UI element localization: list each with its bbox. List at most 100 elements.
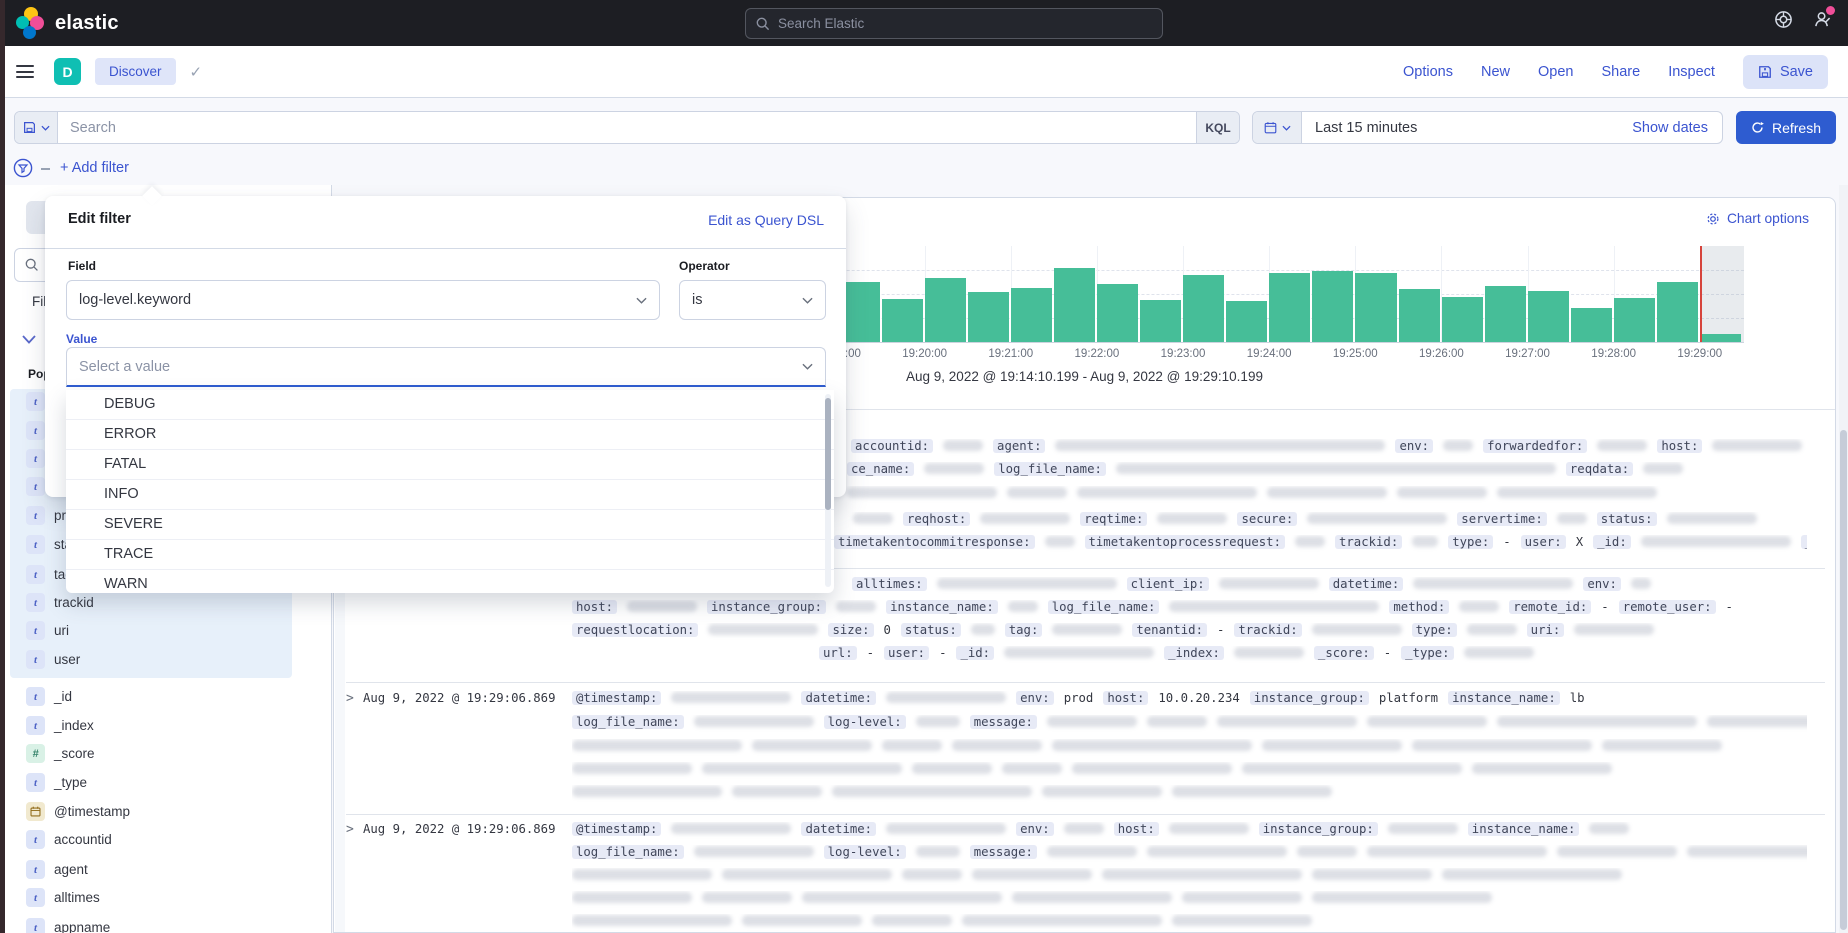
value-option-trace[interactable]: TRACE: [66, 540, 834, 570]
redacted-value: [1557, 513, 1587, 524]
nav-link-share[interactable]: Share: [1601, 64, 1640, 80]
sidebar-field-appname[interactable]: tappname: [26, 918, 110, 933]
doc-field-name: reqdata:: [1566, 462, 1633, 476]
doc-row-line: log_file_name:log-level:message:: [572, 845, 1807, 863]
page-scrollbar-thumb[interactable]: [1840, 430, 1847, 930]
date-field-icon: [26, 802, 45, 821]
breadcrumb-discover[interactable]: Discover: [95, 58, 176, 85]
text-field-icon: t: [26, 535, 45, 554]
redacted-value: [627, 601, 697, 612]
show-dates-link[interactable]: Show dates: [1632, 120, 1722, 136]
sidebar-field-alltimes[interactable]: talltimes: [26, 888, 100, 907]
field-name: _index: [54, 718, 94, 733]
search-icon: [25, 258, 39, 272]
sidebar-popular-user[interactable]: tuser: [26, 650, 80, 669]
calendar-icon: [1264, 121, 1277, 134]
help-icon[interactable]: [1774, 10, 1793, 29]
sidebar-popular-uri[interactable]: turi: [26, 621, 69, 640]
dropdown-scrollbar-thumb[interactable]: [825, 398, 831, 510]
text-field-icon: t: [26, 860, 45, 879]
x-axis-label: 19:21:00: [988, 348, 1033, 360]
doc-field-value: X: [1576, 535, 1583, 549]
value-option-warn[interactable]: WARN: [66, 570, 834, 593]
doc-field-name: _id:: [956, 646, 994, 660]
doc-row-line: [572, 891, 1807, 909]
redacted-value: [912, 763, 992, 774]
nav-link-new[interactable]: New: [1481, 64, 1510, 80]
value-option-info[interactable]: INFO: [66, 480, 834, 510]
sidebar-field-_type[interactable]: t_type: [26, 773, 87, 792]
field-name: user: [54, 652, 80, 667]
doc-field-name: env:: [1583, 577, 1621, 591]
query-input[interactable]: Search KQL: [14, 111, 1240, 144]
query-language-badge[interactable]: KQL: [1196, 112, 1239, 143]
sidebar-popular-trackid[interactable]: ttrackid: [26, 593, 94, 612]
redacted-value: [1312, 869, 1432, 880]
chart-bar-19:21:00: [1011, 288, 1052, 342]
value-option-error[interactable]: ERROR: [66, 420, 834, 450]
redacted-value: [937, 578, 1117, 589]
nav-link-options[interactable]: Options: [1403, 64, 1453, 80]
redacted-value: [802, 892, 1002, 903]
sidebar-field-@timestamp[interactable]: @timestamp: [26, 802, 130, 821]
doc-field-name: uri:: [1527, 623, 1565, 637]
value-option-fatal[interactable]: FATAL: [66, 450, 834, 480]
chart-options-button[interactable]: Chart options: [1706, 211, 1809, 226]
filter-menu-icon[interactable]: [13, 158, 33, 178]
redacted-value: [1687, 846, 1807, 857]
sidebar-field-_index[interactable]: t_index: [26, 716, 94, 735]
elastic-logo[interactable]: elastic: [16, 7, 119, 39]
time-range-value[interactable]: Last 15 minutes: [1302, 120, 1632, 136]
x-axis-label: 19:22:00: [1075, 348, 1120, 360]
space-avatar[interactable]: D: [54, 58, 81, 85]
global-search-input[interactable]: Search Elastic: [745, 8, 1163, 39]
redacted-value: [1147, 846, 1287, 857]
field-select[interactable]: log-level.keyword: [66, 280, 660, 320]
redacted-value: [1012, 892, 1172, 903]
newsfeed-icon[interactable]: [1813, 10, 1832, 29]
redacted-value: [1262, 740, 1402, 751]
date-picker[interactable]: Last 15 minutes Show dates: [1252, 111, 1723, 144]
redacted-value: [916, 716, 960, 727]
text-field-icon: t: [26, 830, 45, 849]
operator-label: Operator: [679, 259, 730, 273]
edit-as-query-dsl-link[interactable]: Edit as Query DSL: [708, 212, 824, 228]
doc-field-name: datetime:: [1329, 577, 1404, 591]
text-field-icon: t: [26, 392, 45, 411]
sidebar-field-_id[interactable]: t_id: [26, 687, 72, 706]
value-option-debug[interactable]: DEBUG: [66, 390, 834, 420]
value-option-severe[interactable]: SEVERE: [66, 510, 834, 540]
redacted-value: [1102, 869, 1302, 880]
value-select-input[interactable]: Select a value: [66, 347, 826, 387]
nav-link-inspect[interactable]: Inspect: [1668, 64, 1715, 80]
refresh-button[interactable]: Refresh: [1736, 111, 1836, 144]
saved-query-menu[interactable]: [15, 112, 58, 143]
calendar-menu[interactable]: [1253, 112, 1302, 143]
chart-bar-19:20:30: [968, 292, 1009, 342]
x-axis-label: 19:20:00: [902, 348, 947, 360]
chevron-down-icon[interactable]: [22, 335, 36, 344]
doc-field-name: _score:: [1314, 646, 1374, 660]
redacted-value: [671, 692, 791, 703]
doc-field-value: -: [1503, 535, 1510, 549]
sidebar-field-agent[interactable]: tagent: [26, 860, 88, 879]
chevron-down-icon: [802, 363, 813, 370]
doc-row-line: @timestamp:datetime:env:host:instance_gr…: [572, 822, 1807, 840]
doc-field-name: method:: [1389, 600, 1449, 614]
doc-field-name: datetime:: [801, 822, 876, 836]
expand-row-button[interactable]: >: [346, 691, 354, 706]
redacted-value: [1008, 601, 1038, 612]
sidebar-field-accountid[interactable]: taccountid: [26, 830, 112, 849]
redacted-value: [1442, 869, 1622, 880]
redacted-value: [1219, 578, 1319, 589]
redacted-value: [1217, 716, 1357, 727]
doc-field-name: tag:: [1005, 623, 1043, 637]
sidebar-field-_score[interactable]: #_score: [26, 744, 95, 763]
nav-link-open[interactable]: Open: [1538, 64, 1573, 80]
menu-icon[interactable]: [16, 65, 34, 78]
operator-select[interactable]: is: [679, 280, 826, 320]
save-button[interactable]: Save: [1743, 55, 1828, 89]
add-filter-button[interactable]: + Add filter: [60, 160, 129, 176]
global-header: elastic Search Elastic: [0, 0, 1848, 46]
expand-row-button[interactable]: >: [346, 822, 354, 837]
